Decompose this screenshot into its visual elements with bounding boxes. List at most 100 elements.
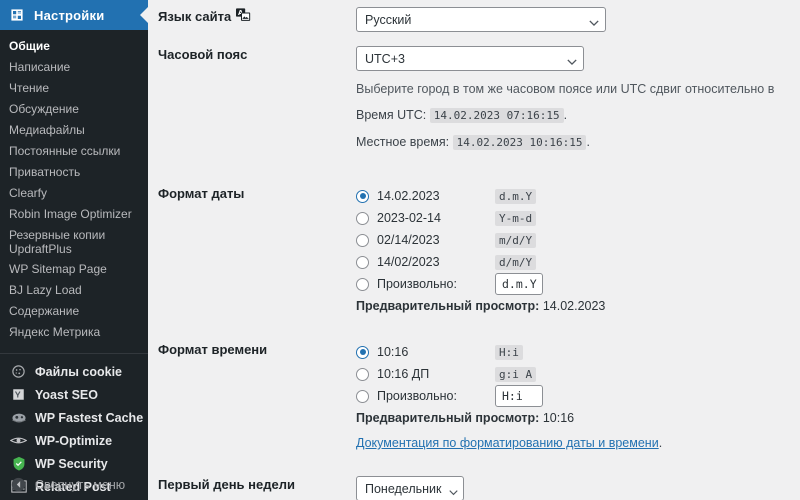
- chevron-down-icon: [449, 484, 458, 495]
- date-format-example: 14/02/2023: [377, 255, 440, 270]
- sidebar-item-soderzhanie[interactable]: Содержание: [0, 301, 148, 322]
- date-format-code: d/m/Y: [495, 254, 537, 270]
- week-start-select[interactable]: Понедельник: [356, 476, 464, 500]
- utc-time-dot: .: [563, 108, 568, 123]
- date-format-radio-dmy-dot[interactable]: [356, 189, 369, 203]
- sidebar-item-privatnost[interactable]: Приватность: [0, 162, 148, 183]
- sidebar-item-wp-optimize[interactable]: WP-Optimize: [0, 429, 148, 452]
- chevron-down-icon: [567, 54, 577, 65]
- sidebar-item-updraftplus[interactable]: Резервные копии UpdraftPlus: [0, 225, 148, 259]
- row-week-start: Первый день недели Понедельник: [148, 469, 800, 500]
- documentation-link-wrap: Документация по форматированию даты и вр…: [356, 425, 790, 450]
- sidebar-item-clearfy[interactable]: Clearfy: [0, 183, 148, 204]
- time-format-option[interactable]: 10:16 ДП g:i A: [356, 363, 790, 385]
- sidebar-item-napisanie[interactable]: Написание: [0, 57, 148, 78]
- sidebar-item-yoast-seo[interactable]: Yoast SEO: [0, 383, 148, 406]
- date-format-code: Y-m-d: [495, 210, 537, 226]
- yoast-icon: [9, 386, 28, 403]
- sidebar-collapse-menu-button[interactable]: Свернуть меню: [0, 473, 125, 496]
- admin-screen: Настройки Общие Написание Чтение Обсужде…: [0, 0, 800, 500]
- admin-sidebar: Настройки Общие Написание Чтение Обсужде…: [0, 0, 148, 500]
- chevron-down-icon: [589, 15, 599, 26]
- sidebar-active-arrow-icon: [140, 7, 148, 23]
- time-format-custom-label: Произвольно:: [377, 389, 457, 404]
- sidebar-item-obsuzhdenie[interactable]: Обсуждение: [0, 99, 148, 120]
- row-date-format: Формат даты 14.02.2023 d.m.Y 2023-02-14 …: [148, 178, 800, 320]
- time-format-preview: Предварительный просмотр: 10:16: [356, 411, 790, 425]
- time-format-radio-12h[interactable]: [356, 367, 369, 381]
- site-language-label: Язык сайта: [158, 9, 232, 24]
- sidebar-plugin-label: WP-Optimize: [35, 433, 113, 448]
- collapse-arrow-icon: [9, 476, 28, 493]
- time-format-example: 10:16 ДП: [377, 367, 430, 382]
- site-language-field-cell: Русский: [348, 0, 800, 39]
- eye-icon: [9, 432, 28, 449]
- sidebar-item-mediafayly[interactable]: Медиафайлы: [0, 120, 148, 141]
- time-format-code: H:i: [495, 344, 523, 360]
- date-format-custom-label: Произвольно:: [377, 277, 457, 292]
- time-format-code: g:i A: [495, 366, 537, 382]
- time-format-custom-option[interactable]: Произвольно: H:i: [356, 385, 790, 408]
- sidebar-menu-header-label: Настройки: [34, 7, 105, 23]
- datetime-documentation-link[interactable]: Документация по форматированию даты и вр…: [356, 436, 659, 450]
- week-start-label-cell: Первый день недели: [158, 477, 295, 493]
- time-format-custom-input[interactable]: H:i: [495, 385, 543, 408]
- timezone-local-time: Местное время: 14.02.2023 10:16:15.: [356, 134, 790, 152]
- cookie-icon: [9, 363, 28, 380]
- date-format-example: 14.02.2023: [377, 189, 440, 204]
- date-format-radio-dmy-slash[interactable]: [356, 255, 369, 269]
- settings-gear-icon: [8, 6, 26, 24]
- time-format-field-cell: 10:16 H:i 10:16 ДП g:i A Произвольно: H:…: [348, 334, 800, 457]
- site-language-select[interactable]: Русский: [356, 7, 606, 32]
- sidebar-item-wp-sitemap-page[interactable]: WP Sitemap Page: [0, 259, 148, 280]
- timezone-select[interactable]: UTC+3: [356, 46, 584, 71]
- date-format-option[interactable]: 14/02/2023 d/m/Y: [356, 251, 790, 273]
- sidebar-menu-header-settings[interactable]: Настройки: [0, 0, 148, 30]
- time-format-preview-value: 10:16: [542, 411, 575, 426]
- date-format-preview-label: Предварительный просмотр:: [356, 299, 540, 314]
- row-site-language: Язык сайта A Русский: [148, 0, 800, 39]
- date-format-preview-value: 14.02.2023: [542, 299, 606, 314]
- sidebar-item-wp-security[interactable]: WP Security: [0, 452, 148, 475]
- cache-rocket-icon: [9, 409, 28, 426]
- date-format-field-cell: 14.02.2023 d.m.Y 2023-02-14 Y-m-d 02/14/…: [348, 178, 800, 320]
- date-format-custom-option[interactable]: Произвольно: d.m.Y: [356, 273, 790, 296]
- site-language-label-cell: Язык сайта A: [148, 0, 348, 35]
- week-start-value: Понедельник: [365, 481, 442, 496]
- sidebar-item-wp-fastest-cache[interactable]: WP Fastest Cache: [0, 406, 148, 429]
- sidebar-plugin-label: WP Fastest Cache: [35, 410, 144, 425]
- sidebar-item-postoyannye-ssylki[interactable]: Постоянные ссылки: [0, 141, 148, 162]
- time-format-example: 10:16: [377, 345, 409, 360]
- sidebar-plugin-label: Файлы cookie: [35, 364, 122, 379]
- shield-icon: [9, 455, 28, 472]
- sidebar-item-cookie-files[interactable]: Файлы cookie: [0, 360, 148, 383]
- timezone-utc-time: Время UTC: 14.02.2023 07:16:15.: [356, 107, 790, 125]
- time-format-preview-label: Предварительный просмотр:: [356, 411, 540, 426]
- date-format-radio-ymd[interactable]: [356, 211, 369, 225]
- utc-time-label: Время UTC:: [356, 108, 427, 123]
- date-format-radio-custom[interactable]: [356, 277, 369, 291]
- sidebar-submenu: Общие Написание Чтение Обсуждение Медиаф…: [0, 30, 148, 351]
- row-time-format: Формат времени 10:16 H:i 10:16 ДП g:i A: [148, 334, 800, 457]
- time-format-radio-24h[interactable]: [356, 345, 369, 359]
- sidebar-item-bj-lazy-load[interactable]: BJ Lazy Load: [0, 280, 148, 301]
- sidebar-plugin-list: Файлы cookie Yoast SEO WP Fastest Cache …: [0, 354, 148, 498]
- week-start-field-cell: Понедельник: [348, 469, 800, 500]
- site-language-value: Русский: [365, 12, 412, 27]
- date-format-option[interactable]: 2023-02-14 Y-m-d: [356, 207, 790, 229]
- local-time-dot: .: [586, 134, 590, 149]
- date-format-custom-input[interactable]: d.m.Y: [495, 273, 543, 296]
- time-format-radio-custom[interactable]: [356, 389, 369, 403]
- sidebar-item-obshchie[interactable]: Общие: [0, 36, 148, 57]
- date-format-example: 2023-02-14: [377, 211, 441, 226]
- utc-time-value: 14.02.2023 07:16:15: [429, 108, 564, 124]
- date-format-radio-mdy[interactable]: [356, 233, 369, 247]
- date-format-option[interactable]: 14.02.2023 d.m.Y: [356, 185, 790, 207]
- sidebar-item-chtenie[interactable]: Чтение: [0, 78, 148, 99]
- date-format-example: 02/14/2023: [377, 233, 440, 248]
- time-format-option[interactable]: 10:16 H:i: [356, 341, 790, 363]
- date-format-option[interactable]: 02/14/2023 m/d/Y: [356, 229, 790, 251]
- date-format-code: d.m.Y: [495, 188, 537, 204]
- sidebar-item-robin-image-optimizer[interactable]: Robin Image Optimizer: [0, 204, 148, 225]
- sidebar-item-yandex-metrika[interactable]: Яндекс Метрика: [0, 322, 148, 343]
